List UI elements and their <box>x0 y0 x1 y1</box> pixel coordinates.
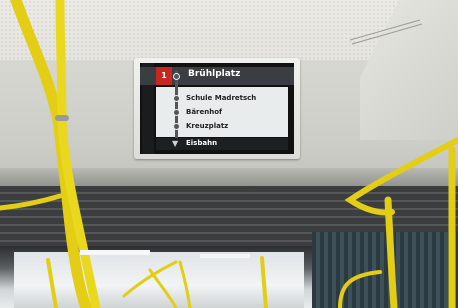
bus-interior-scene: 1 Brühlplatz Schule Madretsch Bärenhof K… <box>0 0 458 308</box>
rear-pole-4 <box>260 256 268 308</box>
right-vertical-pole <box>384 196 398 308</box>
left-grab-bar <box>0 193 63 211</box>
rear-pole-5 <box>122 260 178 298</box>
rear-pole-1 <box>46 258 58 308</box>
ceiling-hatch <box>349 19 423 45</box>
ceiling-light-2 <box>200 254 250 258</box>
right-lower-rail <box>338 270 382 308</box>
ceiling-light <box>80 250 150 255</box>
handrails <box>0 0 458 308</box>
right-grab-bar <box>344 137 458 216</box>
rear-pole-3 <box>178 260 192 308</box>
left-pole-outer <box>10 0 92 308</box>
